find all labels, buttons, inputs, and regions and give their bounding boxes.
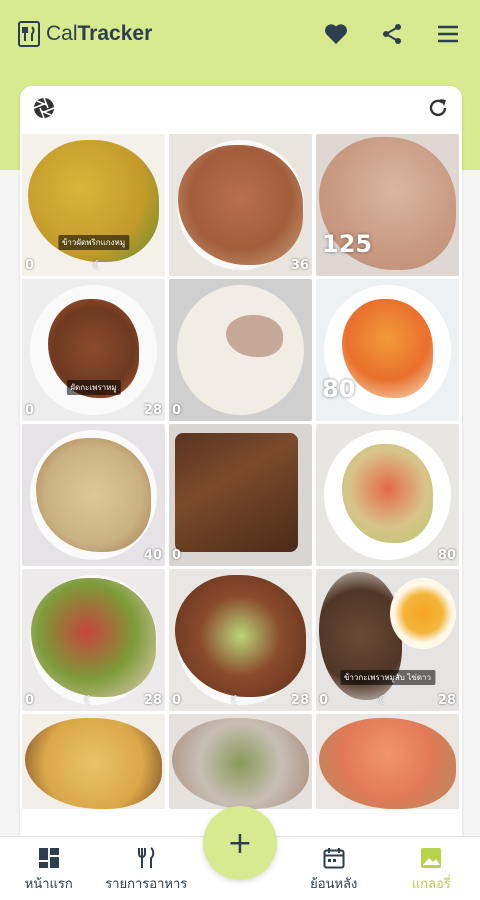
photo-tile[interactable] (169, 714, 312, 809)
photo-calories: 0 (172, 692, 182, 708)
photo-tile[interactable]: ข้าวกะเพราหมูสับ ไข่ดาว 0 ☾ 28 (316, 569, 459, 711)
photo-calories: 0 (25, 257, 35, 273)
photo-tile[interactable]: 0 ☾ 28 (22, 569, 165, 711)
photo-tile[interactable]: 40 (22, 424, 165, 566)
share-icon[interactable] (378, 20, 406, 48)
photo-calories: 80 (322, 375, 356, 403)
plus-icon: + (227, 825, 253, 861)
nav-history[interactable]: ย้อนหลัง (285, 847, 383, 894)
nav-home-label: หน้าแรก (24, 877, 73, 892)
photo-calories: 80 (437, 547, 456, 563)
gallery-card: ข้าวผัดพริกแกงหมู 0 ☾ 36 125 ผัดกะเพราหมู… (20, 86, 462, 846)
photo-calories: 0 (172, 547, 182, 563)
image-icon (421, 848, 442, 868)
photo-tile[interactable]: 125 (316, 134, 459, 276)
photo-calories: 28 (143, 402, 162, 418)
photo-calories: 28 (437, 692, 456, 708)
photo-calories: 28 (290, 692, 309, 708)
photo-calories: 0 (172, 402, 182, 418)
top-app-bar: CalTracker (0, 0, 480, 68)
nav-home[interactable]: หน้าแรก (0, 847, 98, 894)
photo-tile[interactable]: 0 (169, 424, 312, 566)
photo-calories: 40 (143, 547, 162, 563)
photo-tile[interactable]: 36 (169, 134, 312, 276)
photo-tile[interactable]: 80 (316, 279, 459, 421)
photo-tile[interactable]: ข้าวผัดพริกแกงหมู 0 ☾ (22, 134, 165, 276)
photo-tile[interactable] (22, 714, 165, 809)
photo-grid: ข้าวผัดพริกแกงหมู 0 ☾ 36 125 ผัดกะเพราหมู… (22, 134, 460, 809)
photo-label: ผัดกะเพราหมู (66, 380, 121, 395)
photo-calories: 0 (25, 402, 35, 418)
nav-food-list-label: รายการอาหาร (105, 877, 188, 892)
dashboard-icon (38, 848, 59, 868)
photo-tile[interactable]: ผัดกะเพราหมู 0 28 (22, 279, 165, 421)
nav-history-label: ย้อนหลัง (310, 877, 358, 892)
nav-food-list[interactable]: รายการอาหาร (98, 847, 196, 894)
add-photo-button[interactable]: + (203, 806, 277, 880)
menu-icon[interactable] (434, 20, 462, 48)
fork-knife-icon (138, 847, 155, 868)
moon-icon: ☾ (377, 693, 389, 707)
photo-calories: 125 (322, 230, 373, 258)
photo-tile[interactable]: 80 (316, 424, 459, 566)
aperture-icon[interactable] (30, 94, 58, 122)
photo-calories: 0 (319, 692, 329, 708)
app-logo: CalTracker (18, 21, 152, 47)
photo-calories: 36 (290, 257, 309, 273)
heart-icon[interactable] (322, 20, 350, 48)
app-title: CalTracker (46, 22, 153, 45)
photo-tile[interactable]: 0 (169, 279, 312, 421)
nav-gallery-label: แกลอรี่ (411, 877, 451, 892)
moon-icon: ☾ (83, 693, 95, 707)
nav-gallery[interactable]: แกลอรี่ (383, 847, 480, 894)
photo-tile[interactable] (316, 714, 459, 809)
fork-knife-icon (18, 21, 40, 47)
moon-icon: ☾ (230, 693, 242, 707)
photo-label: ข้าวผัดพริกแกงหมู (57, 235, 130, 250)
photo-calories: 28 (143, 692, 162, 708)
moon-icon: ☾ (92, 258, 104, 272)
photo-label: ข้าวกะเพราหมูสับ ไข่ดาว (339, 670, 436, 685)
photo-tile[interactable]: 0 ☾ 28 (169, 569, 312, 711)
photo-calories: 0 (25, 692, 35, 708)
refresh-icon[interactable] (424, 94, 452, 122)
calendar-icon (323, 848, 345, 869)
